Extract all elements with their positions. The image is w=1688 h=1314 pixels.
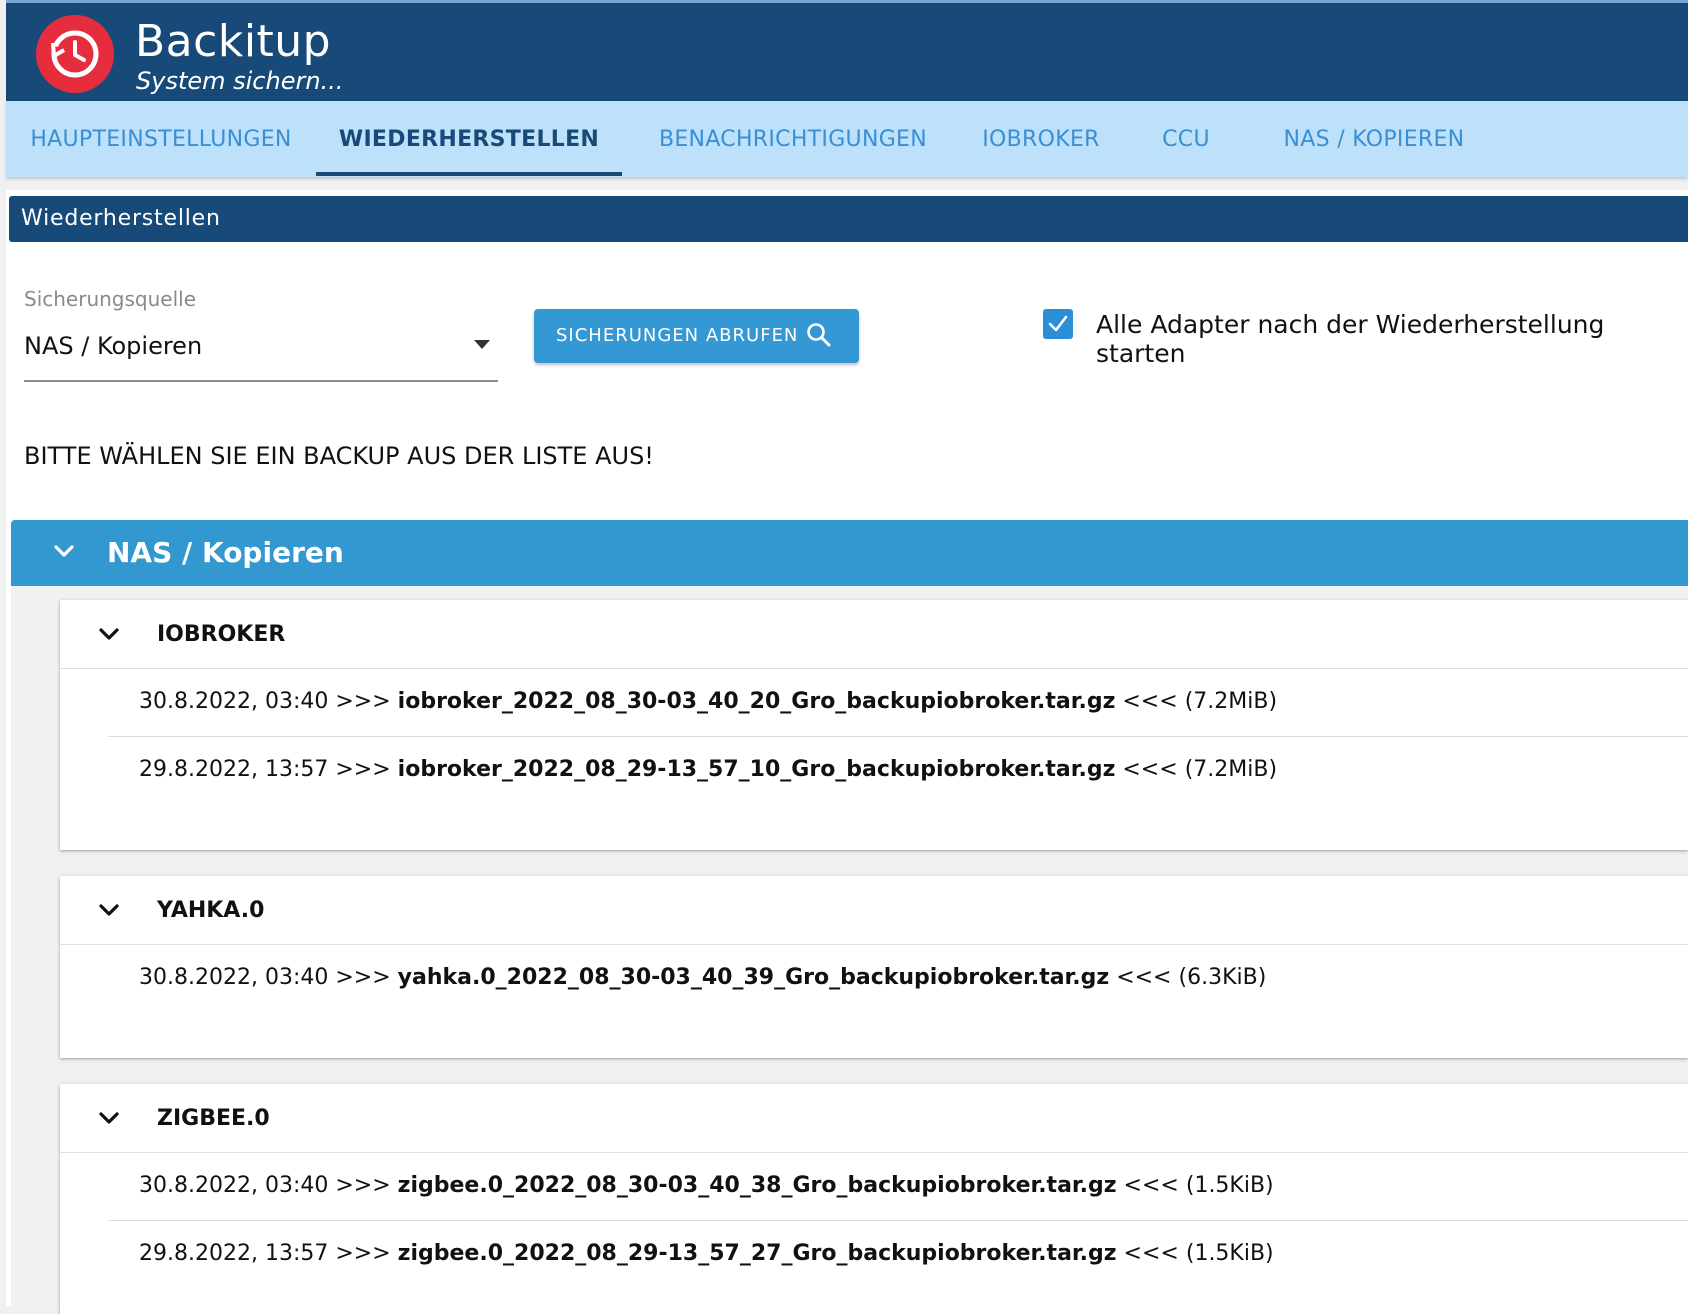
backup-size: (1.5KiB) (1185, 1241, 1274, 1266)
source-select-label: Sicherungsquelle (24, 287, 197, 311)
backup-size: (7.2MiB) (1184, 757, 1278, 782)
backup-entry[interactable]: 29.8.2022, 13:57 >>> zigbee.0_2022_08_29… (108, 1221, 1688, 1289)
marker-close: <<< (1123, 1173, 1179, 1198)
backup-size: (7.2MiB) (1184, 689, 1278, 714)
group-header[interactable]: IOBROKER (60, 600, 1688, 669)
chevron-down-icon (96, 624, 122, 650)
start-adapters-checkbox[interactable] (1043, 309, 1073, 339)
source-select[interactable]: NAS / Kopieren (24, 328, 498, 382)
group-name: IOBROKER (157, 622, 286, 647)
marker-open: >>> (335, 1173, 391, 1198)
backup-filename: iobroker_2022_08_29-13_57_10_Gro_backupi… (397, 757, 1116, 782)
backup-date: 30.8.2022, 03:40 (139, 689, 329, 714)
backup-entry[interactable]: 30.8.2022, 03:40 >>> iobroker_2022_08_30… (108, 669, 1688, 737)
tab-haupteinstellungen[interactable]: HAUPTEINSTELLUNGEN (6, 101, 316, 177)
backup-source-accordion-header[interactable]: NAS / Kopieren (11, 520, 1688, 586)
tab-bar: HAUPTEINSTELLUNGEN WIEDERHERSTELLEN BENA… (6, 101, 1688, 177)
dropdown-arrow-icon (474, 340, 490, 349)
start-adapters-label: Alle Adapter nach der Wiederherstellung … (1096, 310, 1605, 368)
section-title: Wiederherstellen (9, 196, 1688, 242)
backup-group-iobroker: IOBROKER 30.8.2022, 03:40 >>> iobroker_2… (60, 600, 1688, 850)
backup-date: 29.8.2022, 13:57 (139, 757, 329, 782)
chevron-down-icon (96, 900, 122, 926)
marker-open: >>> (335, 1241, 391, 1266)
tab-ccu[interactable]: CCU (1118, 101, 1254, 177)
marker-open: >>> (335, 689, 391, 714)
group-header[interactable]: ZIGBEE.0 (60, 1084, 1688, 1153)
app-header: Backitup System sichern... (6, 0, 1688, 101)
backup-filename: zigbee.0_2022_08_30-03_40_38_Gro_backupi… (397, 1173, 1117, 1198)
tab-iobroker[interactable]: IOBROKER (964, 101, 1118, 177)
marker-open: >>> (335, 757, 391, 782)
backup-entry[interactable]: 30.8.2022, 03:40 >>> yahka.0_2022_08_30-… (108, 945, 1688, 1013)
backup-filename: yahka.0_2022_08_30-03_40_39_Gro_backupio… (397, 965, 1110, 990)
group-name: YAHKA.0 (157, 898, 265, 923)
chevron-down-icon (96, 1108, 122, 1134)
backup-size: (1.5KiB) (1185, 1173, 1274, 1198)
tab-benachrichtigungen[interactable]: BENACHRICHTIGUNGEN (622, 101, 964, 177)
tab-nas-kopieren[interactable]: NAS / KOPIEREN (1254, 101, 1494, 177)
backup-filename: zigbee.0_2022_08_29-13_57_27_Gro_backupi… (397, 1241, 1117, 1266)
marker-close: <<< (1123, 1241, 1179, 1266)
group-header[interactable]: YAHKA.0 (60, 876, 1688, 945)
backup-source-title: NAS / Kopieren (107, 536, 344, 569)
fetch-backups-button[interactable]: SICHERUNGEN ABRUFEN (534, 309, 859, 363)
search-icon (805, 321, 833, 354)
backup-group-zigbee: ZIGBEE.0 30.8.2022, 03:40 >>> zigbee.0_2… (60, 1084, 1688, 1314)
backup-entry[interactable]: 30.8.2022, 03:40 >>> zigbee.0_2022_08_30… (108, 1153, 1688, 1221)
backup-date: 30.8.2022, 03:40 (139, 965, 329, 990)
app-title: Backitup (135, 16, 332, 67)
marker-close: <<< (1116, 965, 1172, 990)
source-select-value: NAS / Kopieren (24, 332, 203, 360)
chevron-down-icon (49, 540, 79, 568)
backup-group-yahka: YAHKA.0 30.8.2022, 03:40 >>> yahka.0_202… (60, 876, 1688, 1058)
marker-close: <<< (1122, 689, 1178, 714)
group-name: ZIGBEE.0 (157, 1106, 270, 1131)
backup-clock-icon (36, 15, 114, 93)
tab-wiederherstellen[interactable]: WIEDERHERSTELLEN (316, 101, 622, 177)
backup-date: 29.8.2022, 13:57 (139, 1241, 329, 1266)
checkmark-icon (1048, 315, 1068, 332)
backup-date: 30.8.2022, 03:40 (139, 1173, 329, 1198)
fetch-backups-label: SICHERUNGEN ABRUFEN (556, 325, 799, 346)
marker-open: >>> (335, 965, 391, 990)
app-subtitle: System sichern... (136, 67, 344, 95)
backup-filename: iobroker_2022_08_30-03_40_20_Gro_backupi… (397, 689, 1116, 714)
backup-size: (6.3KiB) (1178, 965, 1267, 990)
backup-entry[interactable]: 29.8.2022, 13:57 >>> iobroker_2022_08_29… (108, 737, 1688, 805)
active-tab-indicator (316, 172, 622, 176)
instruction-text: BITTE WÄHLEN SIE EIN BACKUP AUS DER LIST… (24, 442, 654, 470)
marker-close: <<< (1122, 757, 1178, 782)
